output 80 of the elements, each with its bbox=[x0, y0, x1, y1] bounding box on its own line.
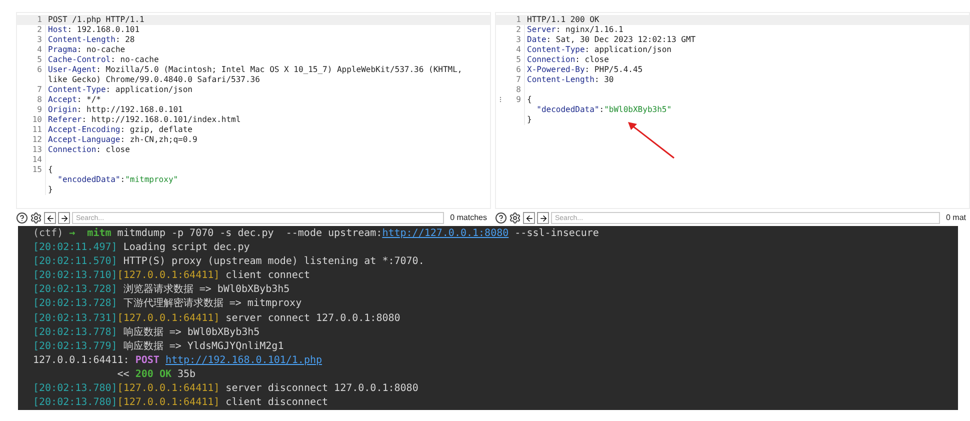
line-number: 9 bbox=[37, 105, 42, 114]
line-number: 2 bbox=[516, 25, 521, 34]
code-line: HTTP/1.1 200 OK bbox=[527, 15, 600, 24]
line-number: 13 bbox=[32, 145, 42, 154]
line-number: 3 bbox=[37, 35, 42, 44]
code-line: Content-Type: application/json bbox=[48, 85, 192, 94]
line-number: 2 bbox=[37, 25, 42, 34]
arrow-right-icon bbox=[60, 214, 68, 222]
line-number: 7 bbox=[37, 85, 42, 94]
arrow-left-icon bbox=[46, 214, 54, 222]
code-line: Connection: close bbox=[48, 145, 130, 154]
terminal-line: [20:02:13.778] 响应数据 => bWl0bXByb3h5 bbox=[33, 326, 260, 340]
code-line: Pragma: no-cache bbox=[48, 45, 126, 54]
terminal-line: [20:02:11.570] HTTP(S) proxy (upstream mode) listening at *:7070. bbox=[33, 255, 424, 270]
code-line: Date: Sat, 30 Dec 2023 12:02:13 GMT bbox=[527, 35, 696, 44]
line-number: 8 bbox=[37, 95, 42, 104]
arrow-right-icon bbox=[538, 214, 548, 222]
code-line: POST /1.php HTTP/1.1 bbox=[48, 15, 144, 24]
line-number: 6 bbox=[37, 65, 42, 74]
terminal-line: [20:02:13.710][127.0.0.1:64411] client connect bbox=[33, 269, 310, 284]
code-line: Server: nginx/1.16.1 bbox=[527, 25, 624, 34]
code-line: User-Agent: Mozilla/5.0 (Macintosh; Intel Mac OS X 10_15_7) AppleWebKit/537.36 (KHTML, like Gecko) Chrome/99.0.4840.0 Safari/537.36 bbox=[48, 65, 464, 84]
code-line: Host: 192.168.0.101 bbox=[48, 25, 140, 34]
terminal-line: << 200 OK 35b bbox=[116, 368, 196, 382]
arrow-left-icon bbox=[524, 214, 534, 222]
link[interactable]: http://127.0.0.1:8080 bbox=[382, 228, 509, 239]
code-line: Content-Length: 30 bbox=[527, 75, 614, 84]
match-count: 0 mat bbox=[944, 212, 967, 224]
code-line: Accept: */* bbox=[48, 95, 101, 104]
line-number: 11 bbox=[32, 125, 42, 134]
code-line: Content-Length: 28 bbox=[48, 35, 135, 44]
code-line: Connection: close bbox=[527, 55, 609, 64]
terminal-line: [20:02:11.497] Loading script dec.py bbox=[33, 241, 250, 256]
line-number: 3 bbox=[516, 35, 521, 44]
code-line: X-Powered-By: PHP/5.4.45 bbox=[527, 65, 643, 74]
code-line: Origin: http://192.168.0.101 bbox=[48, 105, 183, 114]
forward-button[interactable] bbox=[58, 212, 70, 224]
code-line: Accept-Language: zh-CN,zh;q=0.9 bbox=[48, 135, 198, 144]
terminal-line: [20:02:13.728] 浏览器请求数据 => bWl0bXByb3h5 bbox=[33, 283, 290, 298]
terminal-line: [20:02:13.779] 响应数据 => YldsMGJYQnliM2g1 bbox=[33, 340, 284, 354]
code-line: Referer: http://192.168.0.101/index.html bbox=[48, 115, 241, 124]
code-line: "encodedData":"mitmproxy" bbox=[56, 175, 178, 184]
back-button[interactable] bbox=[523, 212, 535, 224]
terminal-line: (ctf) → mitm mitmdump -p 7070 -s dec.py --mode upstream:http://127.0.0.1:8080 --ssl-insecure bbox=[33, 227, 599, 241]
terminal-line: [20:02:13.780][127.0.0.1:64411] client disconnect bbox=[33, 396, 328, 410]
forward-button[interactable] bbox=[537, 212, 549, 224]
terminal-line: 127.0.0.1:64411: POST http://192.168.0.101/1.php bbox=[33, 354, 322, 368]
help-icon[interactable] bbox=[495, 212, 507, 224]
terminal-line: [20:02:13.780][127.0.0.1:64411] server disconnect 127.0.0.1:8080 bbox=[33, 382, 418, 396]
help-icon[interactable] bbox=[16, 212, 28, 224]
code-line: "decodedData":"bWl0bXByb3h5" bbox=[536, 105, 672, 114]
line-number: 12 bbox=[32, 135, 42, 144]
line-number: 6 bbox=[516, 65, 521, 74]
code-line: Content-Type: application/json bbox=[527, 45, 672, 54]
terminal-line: [20:02:13.728] 下游代理解密请求数据 => mitmproxy bbox=[33, 297, 302, 312]
back-button[interactable] bbox=[44, 212, 56, 224]
terminal-line: [20:02:13.731][127.0.0.1:64411] server connect 127.0.0.1:8080 bbox=[33, 312, 400, 326]
code-line: } bbox=[527, 115, 532, 124]
code-line: { bbox=[48, 165, 53, 174]
code-line: { bbox=[527, 95, 532, 104]
line-number: 15 bbox=[32, 165, 42, 174]
line-number: 5 bbox=[516, 55, 521, 64]
line-number: 1 bbox=[37, 15, 42, 24]
code-line: } bbox=[48, 185, 53, 194]
line-number: 14 bbox=[32, 155, 42, 164]
code-line: Cache-Control: no-cache bbox=[48, 55, 159, 64]
line-number: 4 bbox=[37, 45, 42, 54]
arrow-drawing bbox=[626, 120, 676, 160]
match-count: 0 matches bbox=[449, 212, 488, 224]
link[interactable]: http://192.168.0.101/1.php bbox=[165, 354, 322, 366]
line-number: 8 bbox=[516, 85, 521, 94]
line-number: 7 bbox=[516, 75, 521, 84]
line-number: 9 bbox=[516, 95, 521, 104]
line-number: 4 bbox=[516, 45, 521, 54]
line-number: 5 bbox=[37, 55, 42, 64]
code-line: Accept-Encoding: gzip, deflate bbox=[48, 125, 192, 134]
settings-icon[interactable] bbox=[30, 212, 42, 224]
settings-icon[interactable] bbox=[509, 212, 521, 224]
line-number: 10 bbox=[32, 115, 42, 124]
line-number: 1 bbox=[516, 15, 521, 24]
